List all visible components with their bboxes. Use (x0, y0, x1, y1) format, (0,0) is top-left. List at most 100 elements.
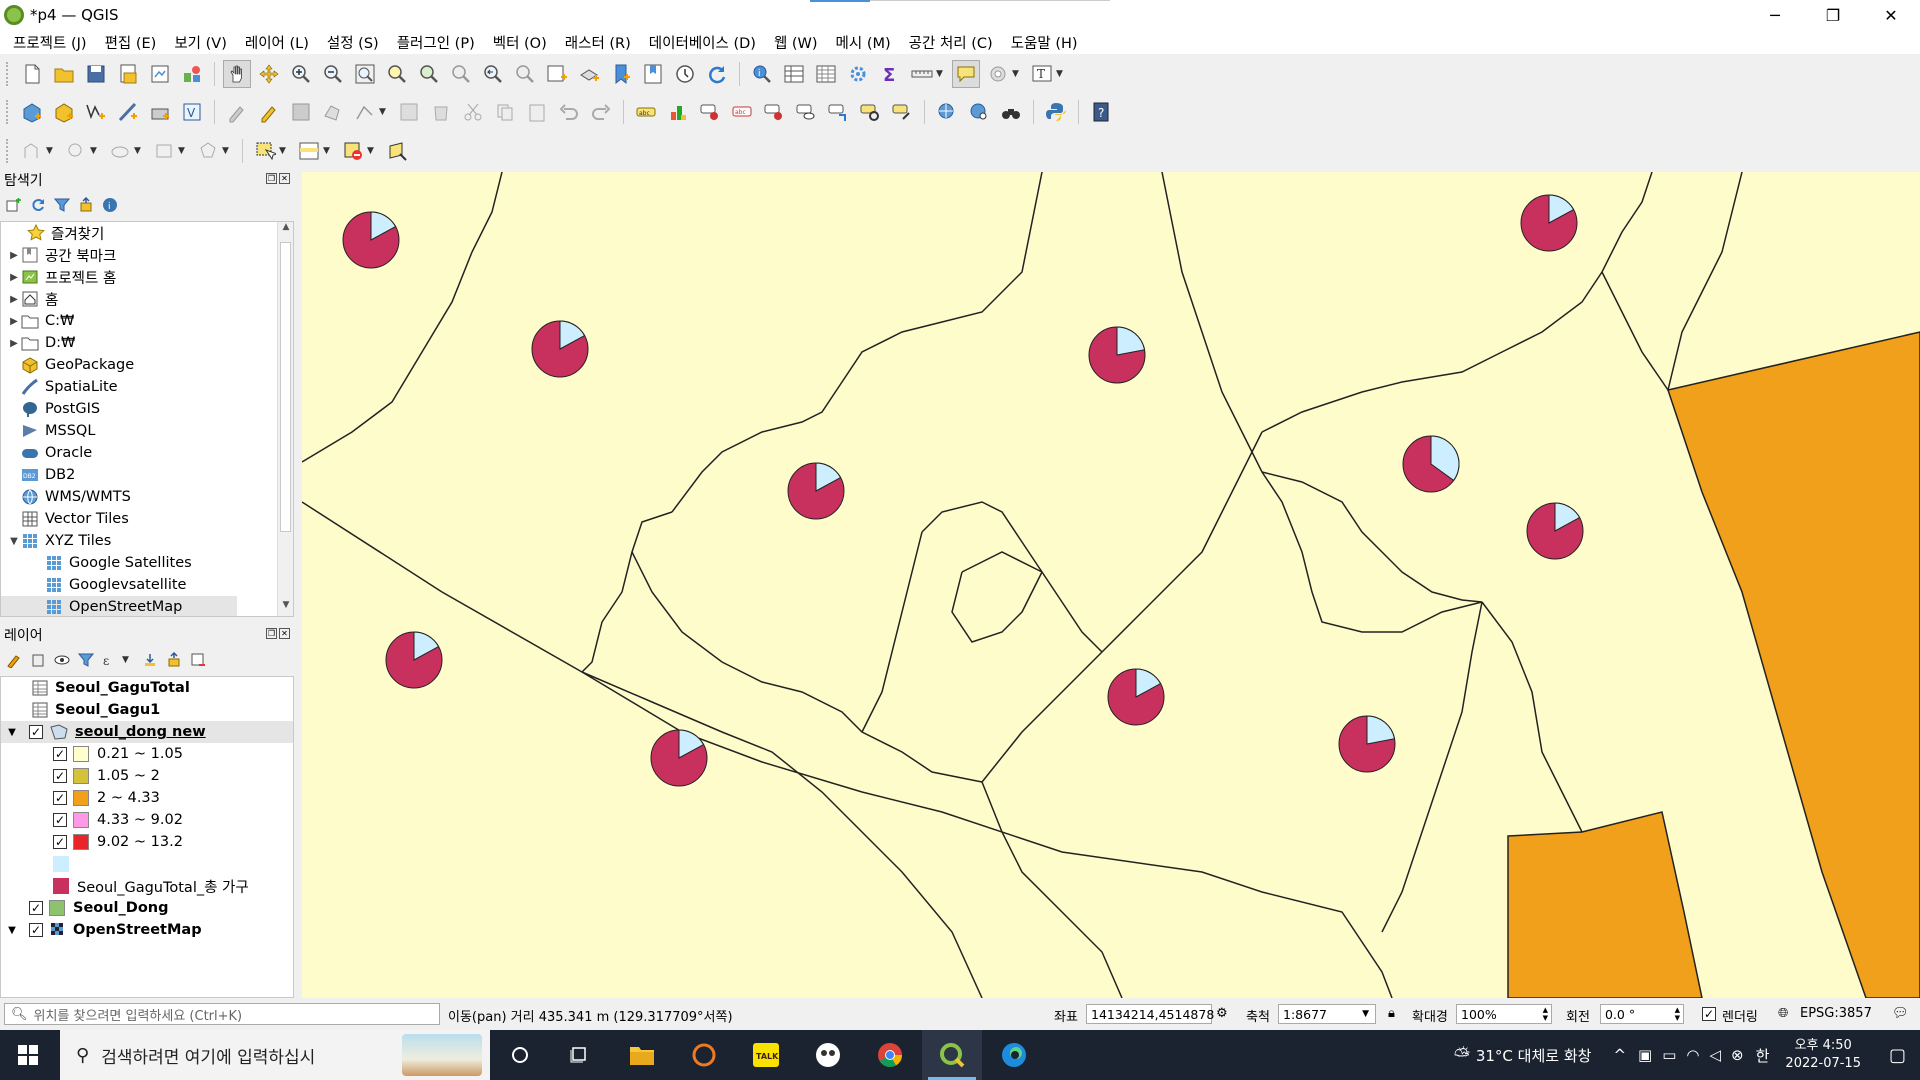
expand-arrow-icon[interactable]: ▶ (7, 338, 21, 349)
annotation-icon[interactable] (984, 60, 1012, 88)
manage-themes-icon[interactable] (52, 650, 72, 670)
info-icon[interactable]: i (100, 195, 120, 215)
file-explorer-icon[interactable] (612, 1030, 672, 1080)
taskbar-search-box[interactable]: ⚲ 검색하려면 여기에 입력하십시 (60, 1030, 490, 1080)
data-source-manager-icon[interactable] (18, 98, 46, 126)
layer-row-selected[interactable]: ▼ ✓ seoul_dong new (1, 721, 293, 743)
weather-text[interactable]: 31°C 대체로 화창 (1476, 1045, 1592, 1066)
class-visibility-checkbox[interactable]: ✓ (53, 769, 67, 783)
coordinate-field[interactable]: 14134214,4514878 (1086, 1004, 1214, 1024)
filter-legend-icon[interactable] (76, 650, 96, 670)
deselect-features-icon[interactable] (339, 137, 367, 165)
browser-item-d-drive[interactable]: ▶ D:₩ (7, 332, 75, 354)
chevron-down-icon[interactable]: ▼ (279, 146, 289, 156)
expand-arrow-icon[interactable]: ▶ (7, 272, 21, 283)
new-project-icon[interactable] (18, 60, 46, 88)
attribute-table-icon[interactable] (780, 60, 808, 88)
expand-arrow-icon[interactable]: ▼ (7, 536, 21, 547)
menu-mesh[interactable]: 메시 (M) (827, 32, 900, 53)
touchpad-icon[interactable]: ▣ (1638, 1046, 1652, 1064)
zoom-next-icon[interactable] (511, 60, 539, 88)
new-spatialite-icon[interactable] (114, 98, 142, 126)
save-as-icon[interactable] (114, 60, 142, 88)
save-project-icon[interactable] (82, 60, 110, 88)
menu-settings[interactable]: 설정 (S) (318, 32, 388, 53)
show-hide-labels-icon[interactable] (760, 98, 788, 126)
collapse-all-icon[interactable] (76, 195, 96, 215)
close-panel-icon[interactable]: ✕ (279, 628, 290, 639)
text-annotation-icon[interactable]: T (1028, 60, 1056, 88)
menu-raster[interactable]: 래스터 (R) (556, 32, 640, 53)
layer-diagram-icon[interactable] (664, 98, 692, 126)
zoom-full-icon[interactable] (351, 60, 379, 88)
messages-icon[interactable]: 💬︎ (1892, 1006, 1909, 1021)
python-console-icon[interactable] (1042, 98, 1070, 126)
bookmark-new-icon[interactable] (607, 60, 635, 88)
spinner-arrows-icon[interactable]: ▲ ▼ (1543, 1006, 1548, 1022)
rotate-label-icon[interactable] (824, 98, 852, 126)
minimize-button[interactable]: ─ (1746, 0, 1804, 30)
browser-item-openstreetmap[interactable]: OpenStreetMap (1, 596, 237, 616)
chevron-down-icon[interactable]: ▼ (1362, 1009, 1369, 1019)
menu-view[interactable]: 보기 (V) (165, 32, 236, 53)
collapse-arrow-icon[interactable]: ▼ (1, 727, 23, 738)
close-button[interactable]: ✕ (1862, 0, 1920, 30)
browser-item-googlevsatellite[interactable]: Googlevsatellite (45, 574, 186, 596)
browser-item-home[interactable]: ▶ 홈 (7, 288, 58, 310)
legend-class-row[interactable]: ✓ 9.02 ~ 13.2 (53, 831, 183, 853)
filter-icon[interactable] (52, 195, 72, 215)
class-visibility-checkbox[interactable]: ✓ (53, 747, 67, 761)
scroll-down-icon[interactable]: ▼ (278, 600, 293, 616)
locator-search-bar[interactable]: 🔍︎ 위치를 찾으려면 입력하세요 (Ctrl+K) (4, 1003, 440, 1025)
label-properties-icon[interactable] (888, 98, 916, 126)
legend-class-row[interactable]: ✓ 4.33 ~ 9.02 (53, 809, 183, 831)
filter-expression-icon[interactable]: ε (100, 650, 120, 670)
save-edits-icon[interactable] (287, 98, 315, 126)
float-panel-icon[interactable]: ❐ (266, 173, 277, 184)
expand-arrow-icon[interactable]: ▶ (7, 250, 21, 261)
browser-item-spatial-bookmarks[interactable]: ▶ 공간 북마크 (7, 244, 116, 266)
zoom-selection-icon[interactable] (383, 60, 411, 88)
spinner-arrows-icon[interactable]: ▲ ▼ (1675, 1006, 1680, 1022)
binoculars-icon[interactable] (997, 98, 1025, 126)
zoom-out-icon[interactable] (319, 60, 347, 88)
menu-project[interactable]: 프로젝트 (J) (4, 32, 96, 53)
menu-processing[interactable]: 공간 처리 (C) (900, 32, 1002, 53)
add-circular-string-icon[interactable] (18, 137, 46, 165)
add-feature-icon[interactable] (319, 98, 347, 126)
browser-item-c-drive[interactable]: ▶ C:₩ (7, 310, 74, 332)
coordinate-toggle-icon[interactable]: ⚙ (1216, 1006, 1228, 1021)
zoom-in-icon[interactable] (287, 60, 315, 88)
cut-features-icon[interactable] (459, 98, 487, 126)
pan-to-selection-icon[interactable] (255, 60, 283, 88)
layer-row[interactable]: Seoul_Gagu1 (31, 699, 160, 721)
add-polygon-icon[interactable] (194, 137, 222, 165)
layer-row[interactable]: Seoul_GaguTotal (31, 677, 190, 699)
class-visibility-checkbox[interactable]: ✓ (53, 791, 67, 805)
chevron-down-icon[interactable]: ▼ (1012, 69, 1022, 79)
delete-selected-icon[interactable] (427, 98, 455, 126)
browser-item-geopackage[interactable]: GeoPackage (21, 354, 134, 376)
add-ellipse-icon[interactable] (62, 137, 90, 165)
zoom-layer-icon[interactable] (415, 60, 443, 88)
current-edits-icon[interactable] (223, 98, 251, 126)
paste-features-icon[interactable] (523, 98, 551, 126)
select-location-icon[interactable] (383, 137, 411, 165)
chrome-icon[interactable] (860, 1030, 920, 1080)
chevron-down-icon[interactable]: ▼ (222, 146, 232, 156)
undo-icon[interactable] (555, 98, 583, 126)
menu-help[interactable]: 도움말 (H) (1002, 32, 1087, 53)
layer-styling-icon[interactable] (4, 650, 24, 670)
add-group-icon[interactable] (28, 650, 48, 670)
chevron-down-icon[interactable]: ▼ (178, 146, 188, 156)
layer-row[interactable]: ▼ ✓ OpenStreetMap (1, 919, 201, 941)
label-toolbar-icon[interactable]: abc (632, 98, 660, 126)
layer-visibility-checkbox[interactable]: ✓ (29, 923, 43, 937)
browser-item-wms[interactable]: WMS/WMTS (21, 486, 131, 508)
pan-map-icon[interactable] (223, 60, 251, 88)
scroll-up-icon[interactable]: ▲ (278, 222, 293, 238)
show-bookmarks-icon[interactable] (639, 60, 667, 88)
open-project-icon[interactable] (50, 60, 78, 88)
map-canvas[interactable] (302, 172, 1920, 998)
add-layers-icon[interactable] (4, 195, 24, 215)
